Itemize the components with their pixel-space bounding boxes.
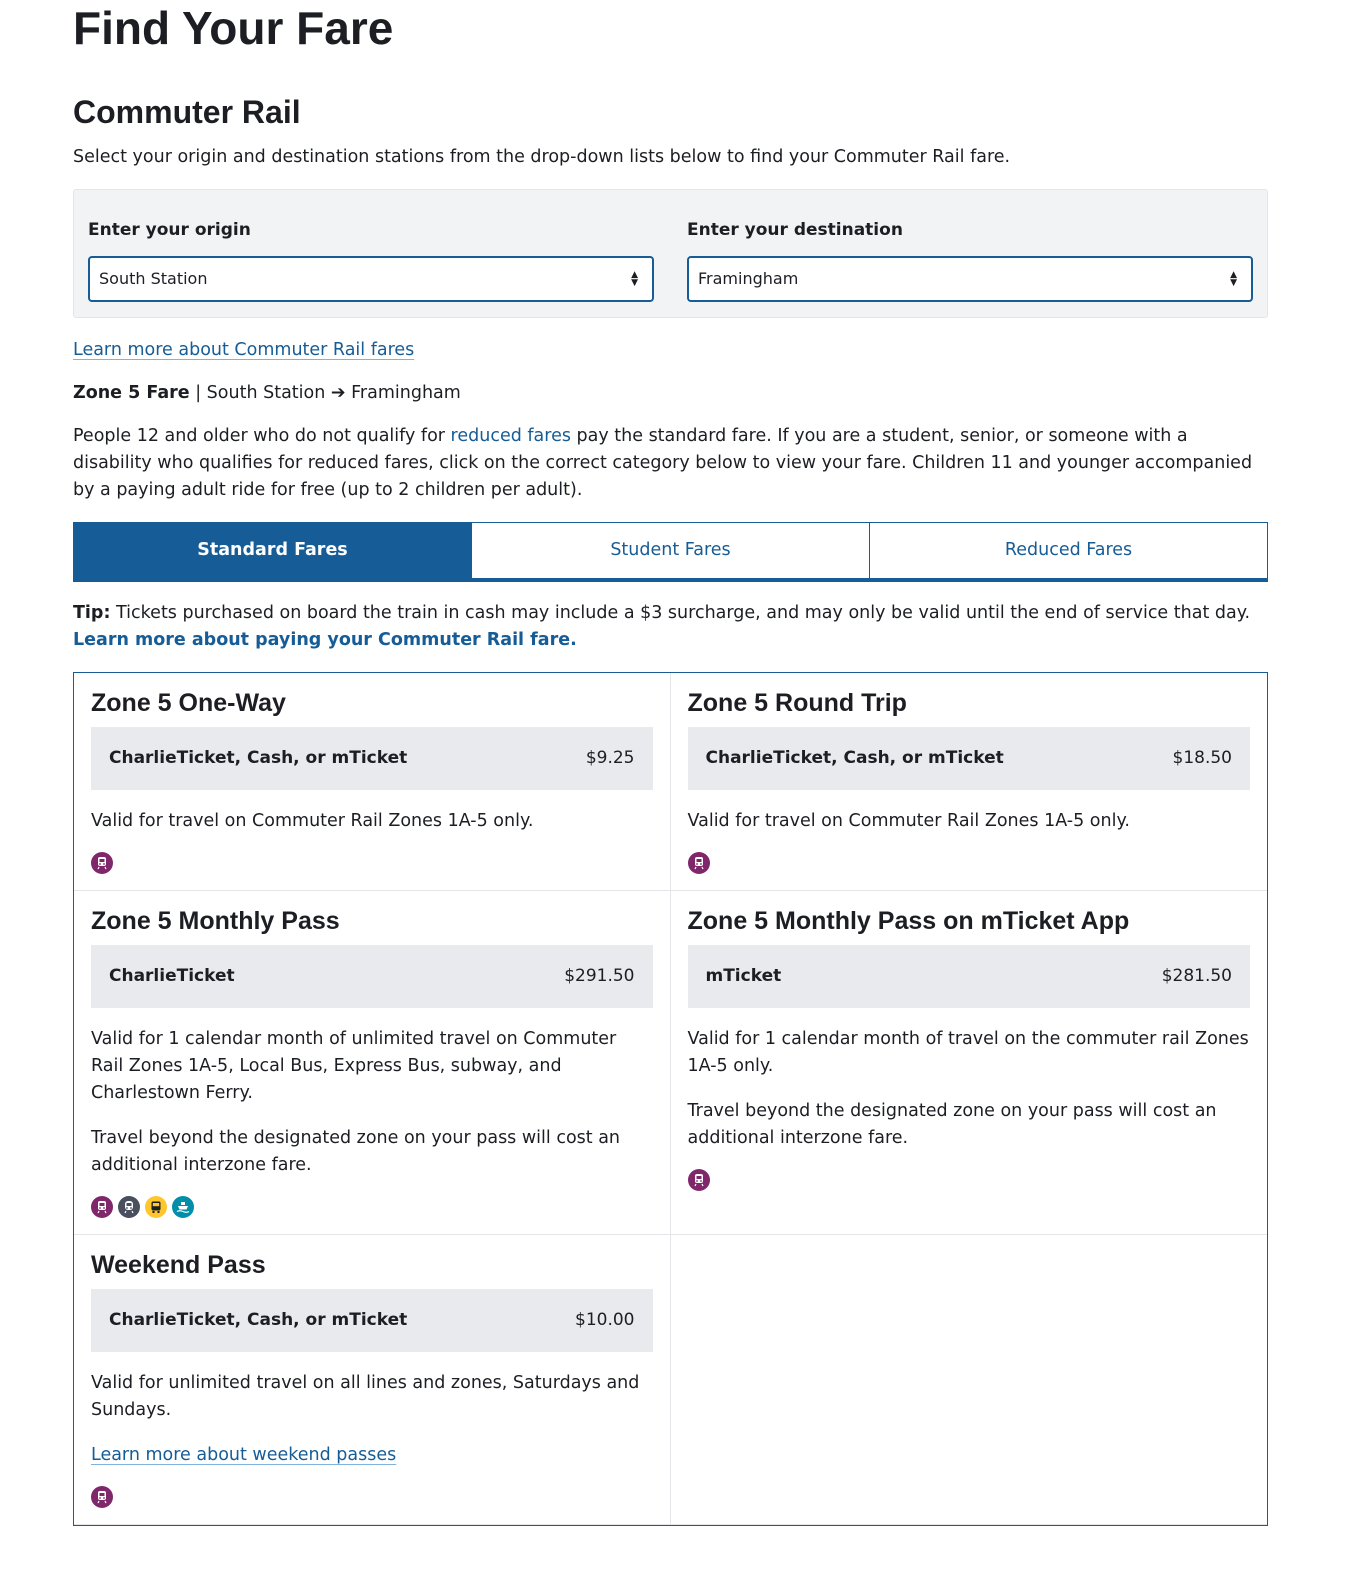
fare-media: CharlieTicket, Cash, or mTicket [109,748,408,768]
mode-icons [91,1486,653,1510]
destination-label: Enter your destination [687,220,903,240]
fare-cards: Zone 5 One-Way CharlieTicket, Cash, or m… [73,672,1268,1526]
fare-media: mTicket [705,966,782,986]
tab-reduced-fares[interactable]: Reduced Fares [870,522,1268,578]
fare-media: CharlieTicket, Cash, or mTicket [705,748,1004,768]
tab-standard-fares[interactable]: Standard Fares [73,522,472,578]
fare-description: Valid for 1 calendar month of unlimited … [91,1029,617,1103]
fare-media: CharlieTicket, Cash, or mTicket [109,1310,408,1330]
subway-icon [118,1196,140,1218]
commuter-rail-icon [91,1486,113,1508]
section-title: Commuter Rail [73,94,301,130]
fare-card-title: Zone 5 Monthly Pass [91,907,340,935]
fare-card-title: Zone 5 Round Trip [687,689,907,717]
mode-icons [91,1196,653,1220]
paying-fare-link[interactable]: Learn more about paying your Commuter Ra… [73,630,577,650]
commuter-rail-icon [91,1196,113,1218]
zone-summary: Zone 5 Fare | South Station ➔ Framingham [73,380,1268,407]
select-arrows-icon: ▲ ▼ [631,270,638,288]
destination-group: Enter your destination Framingham ▲ ▼ [687,190,1253,317]
zone-separator: | [189,383,207,403]
fare-price: $291.50 [564,966,635,986]
zone-from: South Station [206,383,326,403]
fare-card-monthly-pass: Zone 5 Monthly Pass CharlieTicket $291.5… [74,891,671,1235]
page-title: Find Your Fare [73,2,394,54]
fare-explanation: People 12 and older who do not qualify f… [73,423,1268,504]
origin-value: South Station [99,269,208,288]
price-row: CharlieTicket $291.50 [91,945,653,1008]
fare-price: $18.50 [1172,748,1232,768]
ferry-icon [172,1196,194,1218]
intro-text: Select your origin and destination stati… [73,147,1011,167]
fare-description: Valid for travel on Commuter Rail Zones … [91,811,534,831]
fare-description: Valid for travel on Commuter Rail Zones … [687,811,1130,831]
fare-card-title: Weekend Pass [91,1251,266,1279]
fare-tabs: Standard Fares Student Fares Reduced Far… [73,522,1268,582]
learn-more-fares-link[interactable]: Learn more about Commuter Rail fares [73,337,414,364]
origin-group: Enter your origin South Station ▲ ▼ [88,190,654,317]
select-arrows-icon: ▲ ▼ [1230,270,1237,288]
fare-price: $9.25 [585,748,635,768]
mode-icons [687,1169,1251,1193]
fare-card-title: Zone 5 One-Way [91,689,286,717]
price-row: mTicket $281.50 [687,945,1250,1008]
commuter-rail-icon [91,852,113,874]
fare-card-monthly-mticket: Zone 5 Monthly Pass on mTicket App mTick… [670,891,1267,1235]
weekend-pass-link[interactable]: Learn more about weekend passes [91,1442,396,1469]
tip-text: Tip: Tickets purchased on board the trai… [73,600,1268,654]
price-row: CharlieTicket, Cash, or mTicket $10.00 [91,1289,653,1352]
fare-card-weekend-pass: Weekend Pass CharlieTicket, Cash, or mTi… [74,1235,671,1525]
fare-description: Valid for unlimited travel on all lines … [91,1373,640,1420]
tab-student-fares[interactable]: Student Fares [472,522,870,578]
explain-text-1: People 12 and older who do not qualify f… [73,426,451,446]
fare-price: $10.00 [575,1310,635,1330]
fare-description: Valid for 1 calendar month of travel on … [687,1029,1249,1076]
empty-card [670,1235,1267,1525]
commuter-rail-icon [687,1169,710,1191]
fare-card-title: Zone 5 Monthly Pass on mTicket App [687,907,1130,935]
origin-label: Enter your origin [88,220,251,240]
fare-card-round-trip: Zone 5 Round Trip CharlieTicket, Cash, o… [670,673,1267,891]
bus-icon [145,1196,167,1218]
station-selector: Enter your origin South Station ▲ ▼ Enter… [73,189,1268,318]
mode-icons [91,852,653,876]
fare-description: Travel beyond the designated zone on you… [687,1101,1217,1148]
zone-fare-label: Zone 5 Fare [73,383,190,403]
fare-card-one-way: Zone 5 One-Way CharlieTicket, Cash, or m… [74,673,671,891]
mode-icons [687,852,1251,876]
arrow-right-icon: ➔ [330,383,346,403]
tip-label: Tip: [73,603,111,623]
destination-value: Framingham [698,269,799,288]
fare-price: $281.50 [1161,966,1232,986]
fare-media: CharlieTicket [109,966,235,986]
tip-body: Tickets purchased on board the train in … [110,603,1251,623]
price-row: CharlieTicket, Cash, or mTicket $18.50 [687,727,1250,790]
origin-select[interactable]: South Station ▲ ▼ [88,256,654,302]
reduced-fares-link[interactable]: reduced fares [451,426,571,446]
price-row: CharlieTicket, Cash, or mTicket $9.25 [91,727,653,790]
commuter-rail-icon [687,852,710,874]
destination-select[interactable]: Framingham ▲ ▼ [687,256,1253,302]
fare-description: Travel beyond the designated zone on you… [91,1128,621,1175]
zone-to: Framingham [351,383,461,403]
